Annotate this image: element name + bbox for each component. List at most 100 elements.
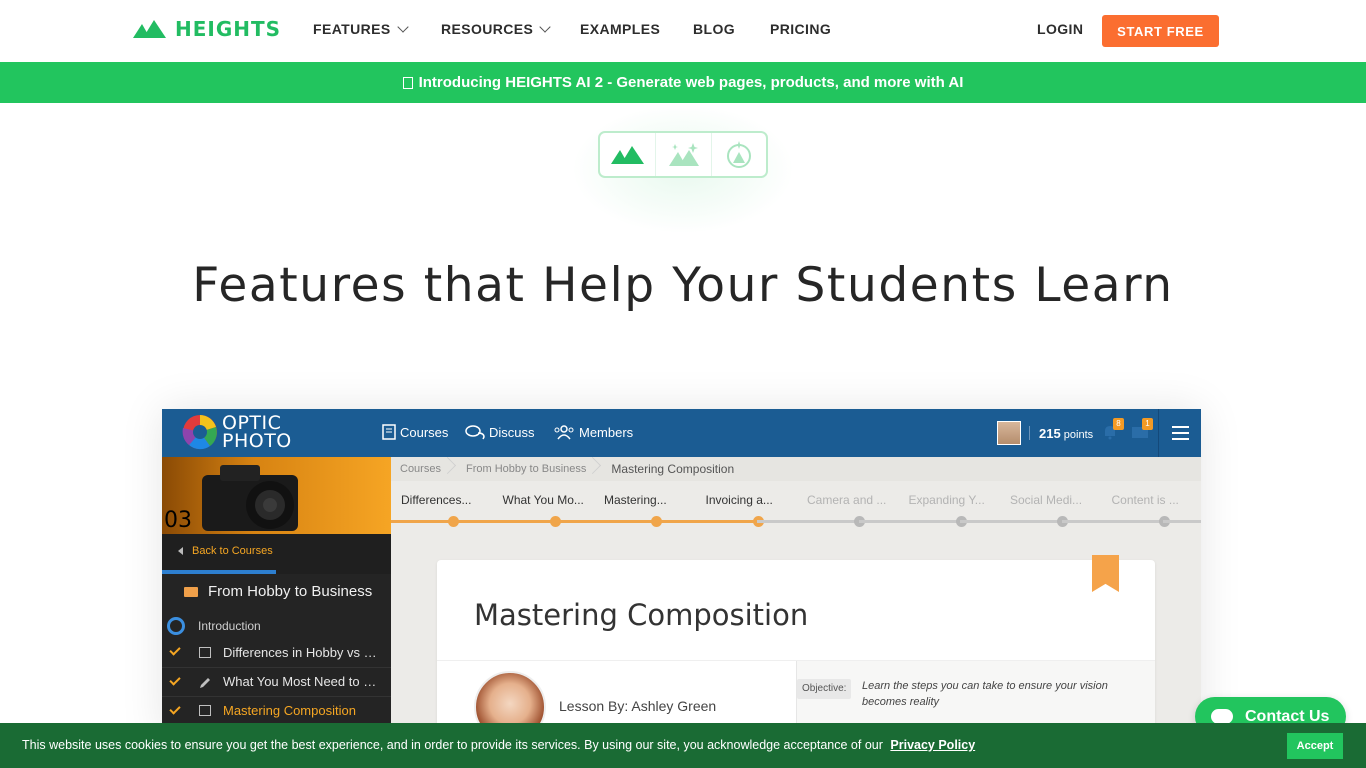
notifications-bell[interactable]: 8: [1102, 418, 1124, 440]
stepper-track-segment: [655, 520, 757, 523]
product-screenshot: OPTIC PHOTO Courses Discuss Members 215 …: [162, 409, 1201, 739]
stepper-step-label[interactable]: Mastering...: [604, 493, 667, 507]
points-display: 215 points: [1039, 426, 1093, 441]
user-avatar[interactable]: [997, 421, 1021, 445]
objective-label: Objective:: [797, 679, 852, 699]
stepper-step-label[interactable]: Content is ...: [1112, 493, 1179, 507]
stepper-step-label[interactable]: Camera and ...: [807, 493, 886, 507]
breadcrumb: Courses From Hobby to Business Mastering…: [391, 457, 1201, 481]
stepper-track-segment: [452, 520, 554, 523]
optic-photo-logo: OPTIC PHOTO: [182, 414, 292, 452]
stepper-track-segment: [858, 520, 960, 523]
stepper-track-segment: [757, 520, 859, 523]
stepper-track-segment: [960, 520, 1062, 523]
checkmark-icon: [169, 644, 181, 656]
messages-button[interactable]: 1: [1131, 418, 1153, 440]
breadcrumb-course[interactable]: From Hobby to Business: [457, 463, 602, 475]
folder-icon: [184, 586, 198, 597]
pencil-icon: [199, 676, 211, 688]
breadcrumb-current: Mastering Composition: [611, 462, 735, 476]
sparkle-icon: [402, 76, 413, 89]
hamburger-menu-icon[interactable]: [1158, 409, 1201, 457]
accept-cookies-button[interactable]: Accept: [1287, 733, 1343, 759]
breadcrumb-courses[interactable]: Courses: [391, 463, 457, 475]
nav-examples[interactable]: EXAMPLES: [580, 21, 660, 37]
course-cover-image: 03: [162, 457, 391, 534]
hero-title: Features that Help Your Students Learn: [192, 258, 1174, 313]
lesson-item[interactable]: Differences in Hobby vs P...: [162, 638, 391, 666]
notification-count: 8: [1113, 418, 1124, 430]
mountain-badge-icon: [726, 140, 751, 168]
checkmark-icon: [169, 702, 181, 715]
bookmark-icon[interactable]: [1092, 555, 1119, 592]
selector-option-community[interactable]: [710, 133, 766, 176]
app-nav-discuss-label: Discuss: [489, 424, 535, 440]
objective-text: Learn the steps you can take to ensure y…: [862, 680, 1108, 708]
nav-features-label: FEATURES: [313, 21, 391, 37]
privacy-policy-link[interactable]: Privacy Policy: [890, 738, 975, 752]
lesson-item-active[interactable]: Mastering Composition: [162, 696, 391, 724]
app-header: OPTIC PHOTO Courses Discuss Members 215 …: [162, 409, 1201, 457]
back-to-courses-link[interactable]: Back to Courses: [178, 545, 273, 557]
app-nav-members-label: Members: [579, 424, 634, 440]
app-nav-discuss[interactable]: Discuss: [465, 424, 535, 440]
announcement-bar[interactable]: Introducing HEIGHTS AI 2 - Generate web …: [0, 62, 1366, 103]
lesson-title: What You Most Need to Wor...: [223, 674, 378, 689]
chevron-down-icon: [539, 21, 551, 33]
cookie-banner: This website uses cookies to ensure you …: [0, 723, 1366, 768]
chat-bubbles-icon: [465, 425, 485, 440]
checkmark-icon: [169, 673, 181, 686]
stepper-track-segment: [391, 520, 453, 523]
heights-logo[interactable]: HEIGHTS: [133, 17, 281, 41]
lesson-title: Mastering Composition: [223, 703, 356, 718]
message-count: 1: [1142, 418, 1153, 430]
progress-ring-icon: [167, 617, 185, 635]
nav-blog[interactable]: BLOG: [693, 21, 735, 37]
lesson-item[interactable]: What You Most Need to Wor...: [162, 667, 391, 695]
stepper-step-label[interactable]: What You Mo...: [503, 493, 584, 507]
camera-photo: 03: [164, 465, 298, 533]
back-to-courses-label: Back to Courses: [192, 545, 273, 557]
points-label: points: [1063, 429, 1094, 441]
lesson-card: Mastering Composition Lesson By: Ashley …: [437, 555, 1155, 739]
lesson-stepper: Differences... What You Mo... Mastering...…: [391, 481, 1201, 531]
login-link[interactable]: LOGIN: [1037, 21, 1083, 37]
film-icon: [199, 646, 211, 658]
sidebar-course-title-label: From Hobby to Business: [208, 583, 373, 600]
app-nav-courses[interactable]: Courses: [382, 424, 448, 440]
nav-resources[interactable]: RESOURCES: [441, 21, 551, 37]
mountain-icon: [610, 145, 644, 164]
lesson-title: Differences in Hobby vs P...: [223, 644, 378, 660]
start-free-button[interactable]: START FREE: [1102, 15, 1219, 47]
stepper-step-label[interactable]: Differences...: [401, 493, 471, 507]
sidebar-course-title[interactable]: From Hobby to Business: [184, 583, 372, 600]
brand-name: HEIGHTS: [175, 17, 282, 41]
nav-resources-label: RESOURCES: [441, 21, 534, 37]
cookie-message: This website uses cookies to ensure you …: [22, 738, 975, 752]
top-navigation: HEIGHTS FEATURES RESOURCES EXAMPLES BLOG…: [0, 0, 1366, 62]
stepper-track-segment: [1163, 520, 1201, 523]
stepper-step-label[interactable]: Expanding Y...: [909, 493, 985, 507]
stepper-step-label[interactable]: Invoicing a...: [706, 493, 773, 507]
course-sidebar: 03 Back to Courses From Hobby to Busines…: [162, 457, 391, 739]
nav-pricing[interactable]: PRICING: [770, 21, 831, 37]
cookie-text: This website uses cookies to ensure you …: [22, 738, 883, 752]
app-nav-members[interactable]: Members: [553, 424, 633, 440]
members-icon: [554, 425, 574, 440]
selector-option-ai[interactable]: [655, 133, 710, 176]
selector-option-courses[interactable]: [600, 133, 655, 176]
stepper-step-label[interactable]: Social Medi...: [1010, 493, 1082, 507]
caret-left-icon: [178, 547, 183, 555]
mountain-logo-icon: [133, 20, 166, 38]
stepper-track-segment: [1061, 520, 1163, 523]
lesson-card-title: Mastering Composition: [474, 598, 809, 632]
back-bar: Back to Courses: [162, 534, 391, 574]
nav-features[interactable]: FEATURES: [313, 21, 409, 37]
stepper-track-segment: [554, 520, 656, 523]
svg-text:03: 03: [164, 508, 192, 533]
chevron-down-icon: [396, 21, 409, 33]
section-introduction[interactable]: Introduction: [162, 615, 391, 635]
points-value: 215: [1039, 426, 1061, 441]
points-divider: [1029, 426, 1030, 440]
logo-line-2: PHOTO: [222, 430, 292, 452]
